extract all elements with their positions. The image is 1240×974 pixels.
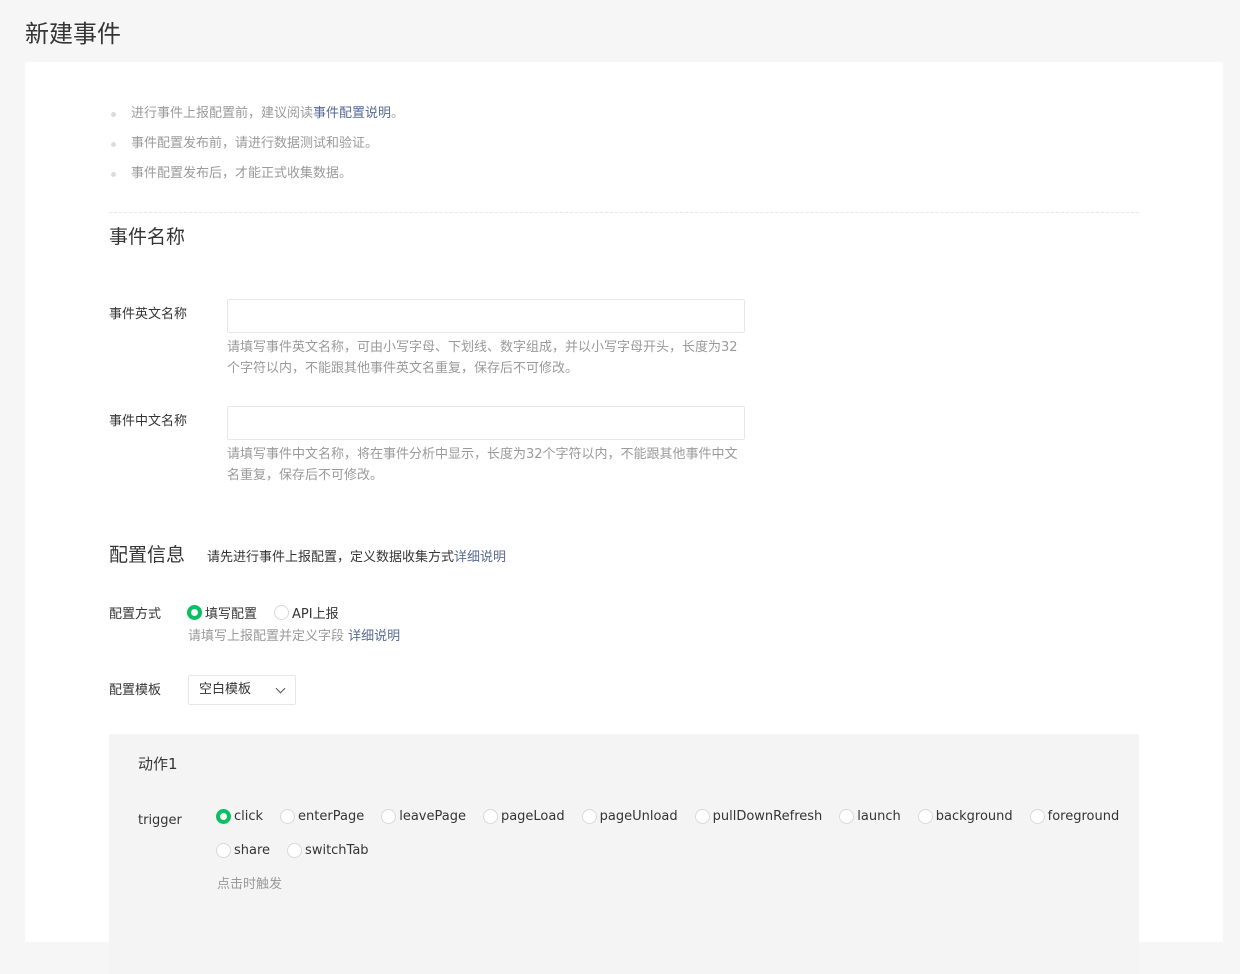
config-method-radio-group: 填写配置 API上报 [187,603,356,622]
config-section-desc: 请先进行事件上报配置，定义数据收集方式详细说明 [207,548,506,568]
trigger-label: trigger [138,813,182,828]
event-config-guide-link[interactable]: 事件配置说明 [313,106,391,121]
trigger-option-share[interactable]: share [216,843,270,858]
config-detail-link[interactable]: 详细说明 [454,550,506,565]
trigger-option-background[interactable]: background [917,809,1013,824]
config-method-detail-link[interactable]: 详细说明 [348,629,400,644]
radio-checked-icon [216,809,231,824]
config-template-select[interactable]: 空白模板 [188,675,296,705]
radio-checked-icon [187,605,202,620]
chinese-name-input[interactable] [227,406,745,440]
radio-label: launch [857,809,901,824]
radio-unchecked-icon [280,809,296,824]
radio-api-report[interactable]: API上报 [274,603,339,622]
radio-unchecked-icon [839,809,855,824]
radio-label: API上报 [292,607,339,622]
config-section-title: 配置信息 [109,544,186,566]
radio-label: pageUnload [599,809,678,824]
config-template-label: 配置模板 [109,683,162,698]
radio-unchecked-icon [274,605,290,620]
radio-label: switchTab [305,843,369,858]
select-value: 空白模板 [199,682,252,697]
radio-unchecked-icon [381,809,397,824]
english-name-label: 事件英文名称 [109,307,188,322]
trigger-radio-row-2: share switchTab [216,843,386,858]
chinese-name-hint: 请填写事件中文名称，将在事件分析中显示，长度为32个字符以内，不能跟其他事件中文… [227,447,738,483]
trigger-option-click[interactable]: click [216,809,263,824]
action-panel: 动作1 trigger click enterPage leavePage pa… [109,734,1139,974]
radio-label: foreground [1047,809,1120,824]
radio-label: share [234,843,271,858]
trigger-option-pageunload[interactable]: pageUnload [581,809,678,824]
trigger-hint: 点击时触发 [217,877,283,892]
english-name-input[interactable] [227,299,745,333]
trigger-option-enterpage[interactable]: enterPage [280,809,364,824]
radio-unchecked-icon [694,809,710,824]
radio-unchecked-icon [482,809,498,824]
radio-unchecked-icon [287,843,303,858]
trigger-option-pageload[interactable]: pageLoad [482,809,565,824]
divider [109,212,1139,213]
chinese-name-label: 事件中文名称 [109,414,188,429]
radio-label: pullDownRefresh [712,809,823,824]
radio-unchecked-icon [581,809,597,824]
config-method-hint-text: 请填写上报配置并定义字段 [188,629,345,644]
config-method-hint: 请填写上报配置并定义字段 详细说明 [188,626,708,647]
tip-item: 事件配置发布后，才能正式收集数据。 [109,162,404,192]
tip-text: 进行事件上报配置前，建议阅读 [131,106,314,121]
chevron-down-icon [275,683,286,694]
tip-text: 。 [391,106,405,121]
trigger-option-foreground[interactable]: foreground [1029,809,1120,824]
main-card: 进行事件上报配置前，建议阅读事件配置说明。 事件配置发布前，请进行数据测试和验证… [25,62,1223,974]
radio-label: pageLoad [500,809,565,824]
trigger-option-switchtab[interactable]: switchTab [287,843,369,858]
radio-label: 填写配置 [205,607,258,622]
radio-label: background [935,809,1013,824]
trigger-radio-row-1: click enterPage leavePage pageLoad pageU… [216,809,1136,824]
action-title: 动作1 [138,755,178,773]
radio-unchecked-icon [216,843,231,858]
radio-unchecked-icon [1029,809,1045,824]
trigger-option-leavepage[interactable]: leavePage [381,809,466,824]
trigger-option-pulldownrefresh[interactable]: pullDownRefresh [694,809,823,824]
radio-label: enterPage [298,809,365,824]
tip-item: 事件配置发布前，请进行数据测试和验证。 [109,132,404,162]
page-title: 新建事件 [25,20,121,49]
radio-fill-config[interactable]: 填写配置 [187,603,257,622]
radio-unchecked-icon [917,809,933,824]
radio-label: click [234,809,264,824]
tip-item: 进行事件上报配置前，建议阅读事件配置说明。 [109,102,404,132]
radio-label: leavePage [399,809,466,824]
config-method-label: 配置方式 [109,607,162,622]
config-desc-text: 请先进行事件上报配置，定义数据收集方式 [207,550,455,565]
english-name-hint: 请填写事件英文名称，可由小写字母、下划线、数字组成，并以小写字母开头，长度为32… [227,340,738,376]
event-name-section-title: 事件名称 [109,226,186,248]
trigger-option-launch[interactable]: launch [839,809,901,824]
tips-list: 进行事件上报配置前，建议阅读事件配置说明。 事件配置发布前，请进行数据测试和验证… [109,102,404,192]
